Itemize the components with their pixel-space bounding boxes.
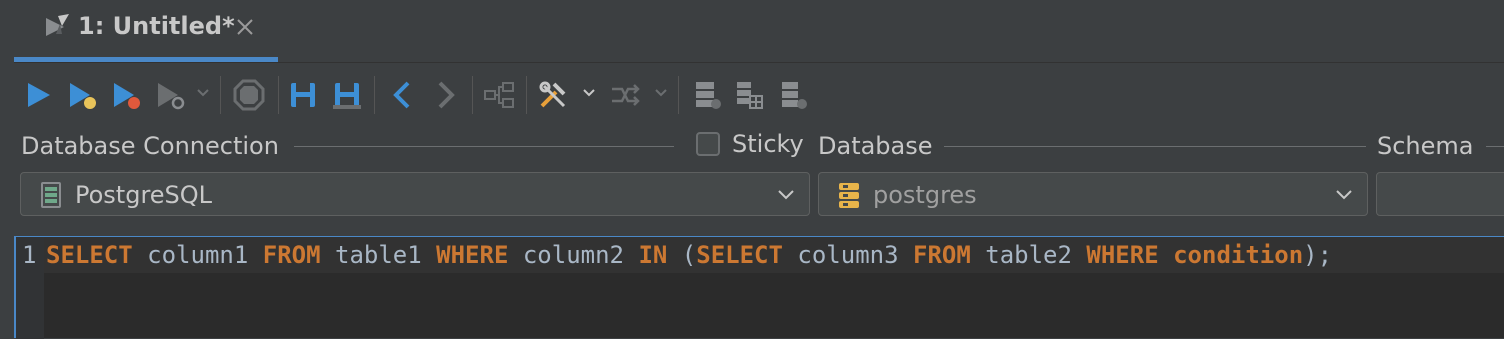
toolbar-separator xyxy=(278,76,279,114)
sql-keyword: FROM xyxy=(913,241,971,269)
tools-button[interactable] xyxy=(536,78,570,112)
code-line[interactable]: SELECT column1 FROM table1 WHERE column2… xyxy=(46,241,1332,269)
database-value: postgres xyxy=(873,181,977,209)
active-tab-indicator xyxy=(14,57,278,62)
db-settings-icon xyxy=(782,82,807,109)
line-number-gutter: 1 xyxy=(16,237,44,339)
database-connection-label: Database Connection xyxy=(21,132,279,160)
toolbar-separator xyxy=(526,76,527,114)
toolbar-separator xyxy=(374,76,375,114)
toolbar xyxy=(14,70,1504,118)
toolbar-separator xyxy=(220,76,221,114)
transaction-icon xyxy=(612,84,640,106)
save-button[interactable] xyxy=(286,78,320,112)
execute-icon xyxy=(28,83,50,107)
sql-text: ); xyxy=(1303,241,1333,269)
sql-keyword: condition xyxy=(1173,241,1304,269)
stop-icon xyxy=(233,79,265,111)
separator-line xyxy=(294,146,674,147)
sql-keyword: SELECT xyxy=(46,241,133,269)
sql-console-icon xyxy=(46,14,69,36)
close-icon[interactable] xyxy=(236,18,254,36)
connect-db-button[interactable] xyxy=(690,78,724,112)
save-as-button[interactable] xyxy=(330,78,364,112)
sql-keyword: WHERE xyxy=(436,241,509,269)
save-icon xyxy=(291,83,315,107)
structure-button[interactable] xyxy=(482,78,516,112)
sticky-checkbox[interactable] xyxy=(696,132,720,156)
save-as-icon xyxy=(333,83,361,109)
execute-script-icon xyxy=(114,83,140,109)
sql-keyword: SELECT xyxy=(696,241,783,269)
db-table-button[interactable] xyxy=(732,78,766,112)
database-select[interactable]: postgres xyxy=(818,172,1368,216)
forward-button[interactable] xyxy=(428,78,462,112)
tab-untitled[interactable]: 1: Untitled* xyxy=(14,0,278,62)
chevron-down-icon xyxy=(1336,190,1352,200)
execute-current-icon xyxy=(70,83,96,109)
sql-editor[interactable]: 1 SELECT column1 FROM table1 WHERE colum… xyxy=(14,236,1504,339)
schema-label: Schema xyxy=(1377,132,1474,160)
line-number: 1 xyxy=(22,241,37,269)
sql-text: ( xyxy=(667,241,697,269)
back-icon xyxy=(393,81,410,109)
database-connection-select[interactable]: PostgreSQL xyxy=(20,172,810,216)
execute-current-button[interactable] xyxy=(66,78,100,112)
sql-keyword: WHERE xyxy=(1086,241,1159,269)
schema-select[interactable] xyxy=(1376,172,1504,216)
sql-text: column3 xyxy=(782,241,913,269)
editor-tab-bar: 1: Untitled* xyxy=(14,0,1504,63)
stop-button[interactable] xyxy=(232,78,266,112)
execute-button[interactable] xyxy=(22,78,56,112)
forward-icon xyxy=(438,81,455,109)
tab-title: 1: Untitled* xyxy=(78,12,235,40)
transaction-button[interactable] xyxy=(608,78,642,112)
toolbar-separator xyxy=(678,76,679,114)
back-button[interactable] xyxy=(386,78,420,112)
structure-icon xyxy=(484,82,514,108)
db-table-icon xyxy=(737,82,763,109)
connect-db-icon xyxy=(696,82,721,109)
database-icon xyxy=(839,183,859,208)
chevron-down-icon[interactable] xyxy=(196,86,210,100)
connection-value: PostgreSQL xyxy=(75,181,213,209)
db-settings-button[interactable] xyxy=(776,78,810,112)
sql-text: table2 xyxy=(970,241,1087,269)
separator-line xyxy=(1486,146,1504,147)
explain-plan-button[interactable] xyxy=(154,78,188,112)
sql-text: table1 xyxy=(320,241,437,269)
sql-text: column2 xyxy=(508,241,639,269)
tools-icon xyxy=(539,81,566,108)
postgresql-connection-icon xyxy=(41,182,61,208)
chevron-down-icon[interactable] xyxy=(654,86,668,100)
sql-keyword: IN xyxy=(638,241,668,269)
toolbar-separator xyxy=(472,76,473,114)
sticky-label: Sticky xyxy=(732,130,804,158)
separator-line xyxy=(944,146,1366,147)
chevron-down-icon[interactable] xyxy=(582,86,596,100)
sql-text: column1 xyxy=(132,241,263,269)
database-label: Database xyxy=(818,132,933,160)
explain-plan-icon xyxy=(158,83,185,110)
sql-keyword: FROM xyxy=(262,241,321,269)
chevron-down-icon xyxy=(778,190,794,200)
execute-script-button[interactable] xyxy=(110,78,144,112)
